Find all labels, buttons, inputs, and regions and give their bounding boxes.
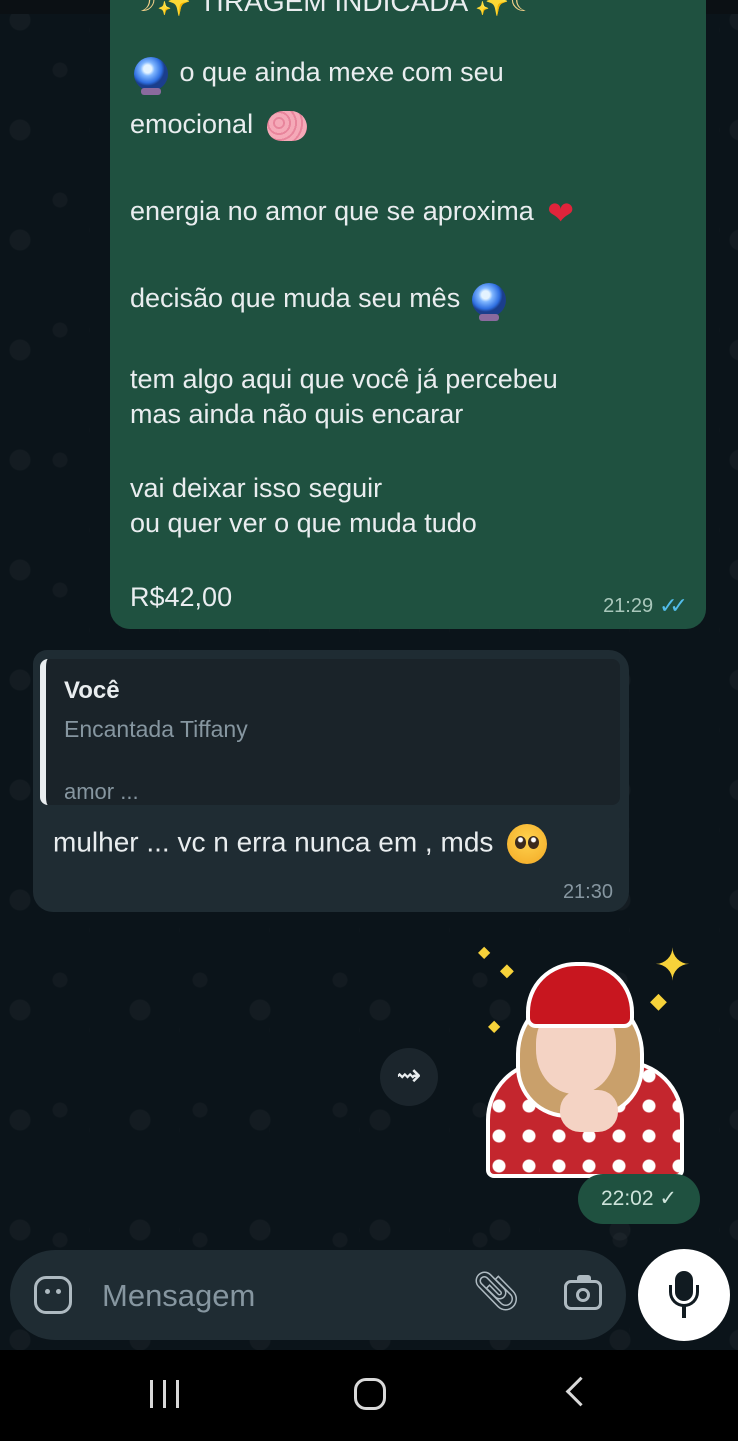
sticker-hat <box>526 962 634 1028</box>
quoted-author: Você <box>64 677 120 704</box>
brain-icon <box>266 110 307 141</box>
crescent-moon-icon: ☽ <box>130 0 157 18</box>
incoming-message-bubble[interactable]: Você Encantada Tiffany amor ... mulher .… <box>33 650 629 912</box>
sticker-hands <box>560 1090 618 1132</box>
outgoing-message-bubble[interactable]: ☽✨ TIRAGEM INDICADA ✨☾ o que ainda mexe … <box>110 0 706 629</box>
sparkle-icon: ◆ <box>500 960 514 980</box>
red-heart-icon: ❤ <box>547 194 575 231</box>
sticker-icon[interactable] <box>34 1276 72 1314</box>
message-line: ou quer ver o que muda tudo <box>130 508 477 538</box>
message-time: 22:02 <box>600 1187 654 1210</box>
sticker-time-pill: 22:02 ✓ <box>578 1174 700 1224</box>
system-navigation-bar <box>0 1350 738 1441</box>
back-icon[interactable] <box>565 1376 596 1407</box>
message-price: R$42,00 <box>130 582 233 612</box>
message-line: o que ainda mexe com seu <box>130 55 504 95</box>
sparkle-icon: ✦ <box>654 941 691 990</box>
forward-icon: ⇝ <box>396 1059 422 1092</box>
message-line: mas ainda não quis encarar <box>130 399 464 429</box>
sparkles-icon: ✨ <box>474 0 510 17</box>
quoted-text: amor ... <box>64 779 139 804</box>
message-composer: 📎︎ <box>10 1250 626 1340</box>
recent-apps-icon[interactable] <box>148 1380 182 1408</box>
message-time: 21:29 <box>603 594 654 617</box>
message-line: decisão que muda seu mês <box>130 281 510 321</box>
forward-button[interactable]: ⇝ <box>380 1048 438 1106</box>
message-time: 21:30 <box>562 881 613 903</box>
camera-icon[interactable] <box>564 1275 602 1310</box>
message-meta: 21:29 ✓✓ <box>603 593 688 619</box>
quoted-reply[interactable]: Você Encantada Tiffany amor ... <box>40 659 620 805</box>
message-line: tem algo aqui que você já percebeu <box>130 364 558 394</box>
sticker-message[interactable]: ◆ ◆ ◆ ✦ ◆ <box>478 940 698 1178</box>
pleading-face-icon <box>507 824 548 864</box>
crystal-ball-icon <box>471 282 506 321</box>
message-input[interactable] <box>100 1272 444 1320</box>
message-line: vai deixar isso seguir <box>130 473 383 503</box>
message-line: emocional <box>130 107 307 141</box>
voice-message-button[interactable] <box>638 1249 730 1341</box>
message-line: energia no amor que se aproxima ❤ <box>130 194 575 231</box>
sparkle-icon: ◆ <box>478 944 491 961</box>
message-text: mulher ... vc n erra nunca em , mds <box>53 824 548 864</box>
message-title: ☽✨ TIRAGEM INDICADA ✨☾ <box>130 0 690 22</box>
sparkle-icon: ◆ <box>488 1018 501 1035</box>
double-check-read-icon: ✓✓ <box>659 593 688 618</box>
crystal-ball-icon <box>134 56 168 95</box>
crescent-moon-icon: ☾ <box>509 0 537 18</box>
quoted-name: Encantada Tiffany <box>64 716 248 742</box>
single-check-icon: ✓ <box>659 1187 677 1210</box>
sparkle-icon: ◆ <box>650 988 667 1013</box>
home-icon[interactable] <box>354 1378 386 1410</box>
sparkles-icon: ✨ <box>156 0 192 17</box>
paperclip-icon[interactable]: 📎︎ <box>472 1270 520 1314</box>
